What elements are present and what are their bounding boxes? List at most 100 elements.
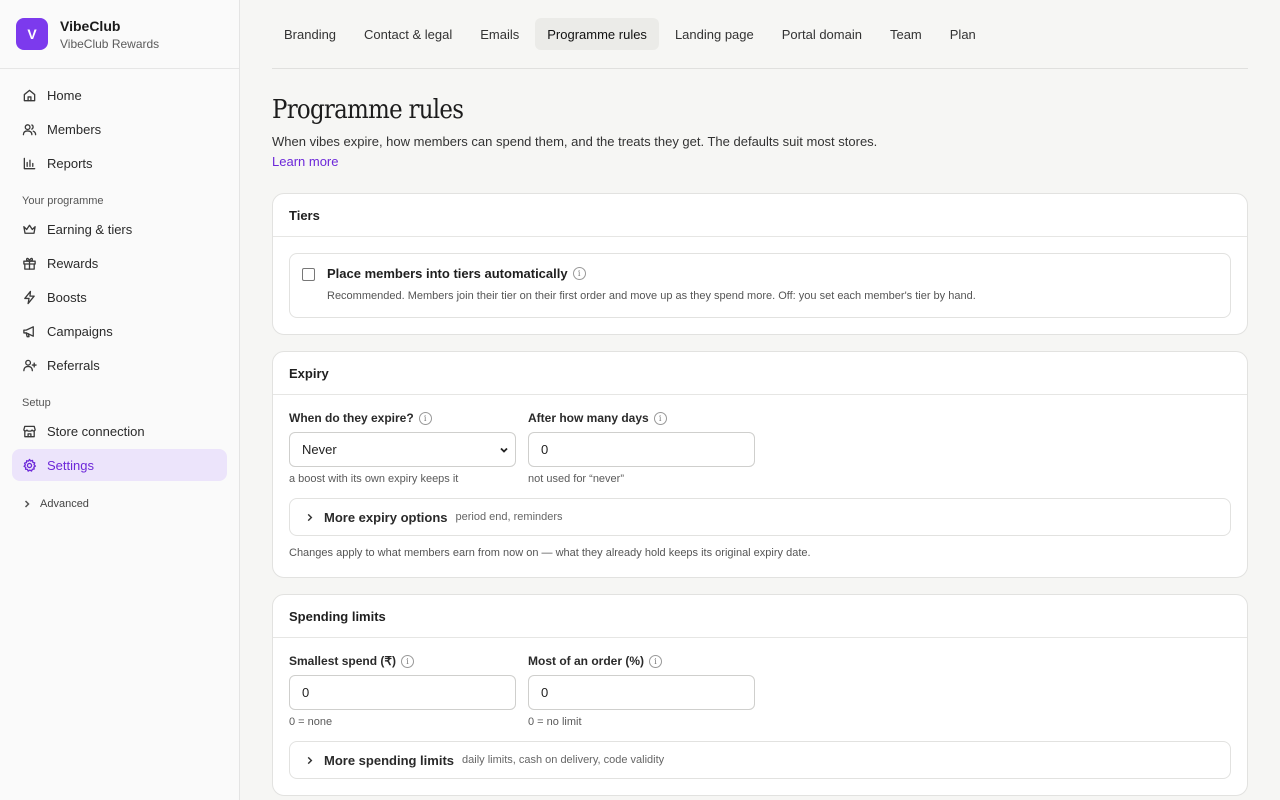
page-title: Programme rules [272, 95, 464, 125]
expiry-when-title: When do they expire? i [289, 411, 516, 425]
sidebar-item-label: Home [47, 87, 82, 103]
expiry-when-field: When do they expire? i Never a boost wit… [289, 411, 516, 485]
sidebar-item-label: Settings [47, 457, 94, 473]
sidebar-item-store-connection[interactable]: Store connection [12, 415, 227, 447]
megaphone-icon [23, 325, 34, 337]
tab-plan[interactable]: Plan [938, 18, 988, 50]
tab-branding[interactable]: Branding [272, 18, 348, 50]
page-description: When vibes expire, how members can spend… [272, 134, 878, 149]
auto-tier-title: Place members into tiers automatically i [327, 266, 976, 281]
info-icon[interactable]: i [649, 654, 662, 668]
user-plus-icon [23, 359, 37, 371]
sidebar-advanced-toggle[interactable]: Advanced [12, 489, 227, 519]
sidebar-item-members[interactable]: Members [12, 113, 227, 145]
sidebar-item-label: Referrals [47, 357, 100, 373]
more-spending-title: More spending limits [324, 752, 455, 768]
smallest-spend-title: Smallest spend (₹) i [289, 654, 516, 668]
expiry-days-title: After how many days i [528, 411, 755, 425]
tab-programme-rules[interactable]: Programme rules [535, 18, 659, 50]
chevron-right-icon [307, 513, 313, 521]
sidebar: V VibeClub VibeClub Rewards Home Members… [0, 0, 240, 800]
spending-heading: Spending limits [273, 595, 1247, 638]
tiers-heading: Tiers [273, 194, 1247, 237]
more-expiry-options[interactable]: More expiry options period end, reminder… [289, 498, 1231, 536]
smallest-spend-input[interactable]: 0 [289, 675, 516, 710]
smallest-spend-label: Smallest spend (₹) [289, 654, 396, 668]
gift-icon [23, 257, 36, 270]
store-icon [23, 425, 36, 437]
tab-contact-legal[interactable]: Contact & legal [352, 18, 464, 50]
expiry-when-hint: a boost with its own expiry keeps it [289, 473, 459, 485]
expiry-when-value: Never [302, 442, 337, 457]
sidebar-item-label: Rewards [47, 255, 99, 271]
info-icon[interactable]: i [418, 411, 432, 425]
smallest-spend-field: Smallest spend (₹) i 0 0 = none [289, 654, 516, 728]
main-content: Branding Contact & legal Emails Programm… [272, 0, 1248, 800]
expiry-days-field: After how many days i 0 not used for “ne… [528, 411, 755, 485]
brand-subtitle: VibeClub Rewards [60, 36, 160, 51]
sidebar-item-label: Boosts [47, 289, 87, 305]
order-max-title: Most of an order (%) i [528, 654, 755, 668]
info-icon[interactable]: i [653, 411, 667, 425]
expiry-days-input[interactable]: 0 [528, 432, 755, 467]
sidebar-item-label: Campaigns [47, 323, 113, 339]
tab-portal-domain[interactable]: Portal domain [770, 18, 874, 50]
chevron-right-icon [307, 756, 313, 764]
more-expiry-subtitle: period end, reminders [455, 511, 563, 523]
learn-more-link[interactable]: Learn more [272, 154, 338, 169]
sidebar-item-boosts[interactable]: Boosts [12, 281, 227, 313]
nav-section-setup: Setup [22, 397, 51, 409]
sidebar-item-label: Members [47, 121, 102, 137]
sidebar-item-earning-tiers[interactable]: Earning & tiers [12, 213, 227, 245]
chevron-right-icon [24, 500, 30, 508]
info-icon[interactable]: i [572, 267, 586, 280]
bolt-icon [24, 290, 35, 304]
nav-section-programme: Your programme [22, 195, 104, 207]
sidebar-item-rewards[interactable]: Rewards [12, 247, 227, 279]
tab-emails[interactable]: Emails [468, 18, 531, 50]
sidebar-item-referrals[interactable]: Referrals [12, 349, 227, 381]
chevron-down-icon [500, 447, 508, 453]
settings-tabs: Branding Contact & legal Emails Programm… [272, 0, 1248, 69]
sidebar-item-home[interactable]: Home [12, 79, 227, 111]
tab-landing-page[interactable]: Landing page [663, 18, 766, 50]
brand-name: VibeClub [60, 17, 121, 34]
brand-header[interactable]: V VibeClub VibeClub Rewards [0, 0, 239, 69]
auto-tier-option: Place members into tiers automatically i… [289, 253, 1231, 318]
bar-chart-icon [23, 157, 36, 169]
auto-tier-label: Place members into tiers automatically [327, 266, 568, 281]
sidebar-item-campaigns[interactable]: Campaigns [12, 315, 227, 347]
expiry-heading: Expiry [273, 352, 1247, 395]
more-expiry-title: More expiry options [324, 509, 448, 525]
tab-team[interactable]: Team [878, 18, 934, 50]
expiry-card: Expiry When do they expire? i Never a bo… [272, 351, 1248, 578]
sidebar-advanced-label: Advanced [40, 498, 89, 510]
spending-limits-card: Spending limits Smallest spend (₹) i 0 0… [272, 594, 1248, 796]
sidebar-item-label: Store connection [47, 423, 145, 439]
more-spending-subtitle: daily limits, cash on delivery, code val… [462, 754, 665, 766]
more-spending-limits[interactable]: More spending limits daily limits, cash … [289, 741, 1231, 779]
order-max-hint: 0 = no limit [528, 716, 582, 728]
sidebar-item-reports[interactable]: Reports [12, 147, 227, 179]
info-icon[interactable]: i [401, 654, 414, 668]
expiry-when-select[interactable]: Never [289, 432, 516, 467]
crown-icon [23, 224, 36, 234]
sidebar-item-settings[interactable]: Settings [12, 449, 227, 481]
sidebar-item-label: Earning & tiers [47, 221, 133, 237]
smallest-spend-hint: 0 = none [289, 716, 333, 728]
expiry-days-hint: not used for “never” [528, 473, 624, 485]
tiers-card: Tiers Place members into tiers automatic… [272, 193, 1248, 335]
expiry-when-label: When do they expire? [289, 411, 414, 425]
order-max-input[interactable]: 0 [528, 675, 755, 710]
order-max-label: Most of an order (%) [528, 654, 644, 668]
sidebar-nav: Home Members Reports Your programme Earn… [0, 69, 239, 519]
users-icon [22, 123, 37, 135]
expiry-days-label: After how many days [528, 411, 649, 425]
brand-logo: V [16, 18, 48, 50]
gear-icon [23, 458, 37, 472]
auto-tier-checkbox[interactable] [302, 268, 315, 281]
sidebar-item-label: Reports [47, 155, 93, 171]
order-max-field: Most of an order (%) i 0 0 = no limit [528, 654, 755, 728]
auto-tier-description: Recommended. Members join their tier on … [327, 290, 976, 302]
home-icon [23, 89, 36, 101]
